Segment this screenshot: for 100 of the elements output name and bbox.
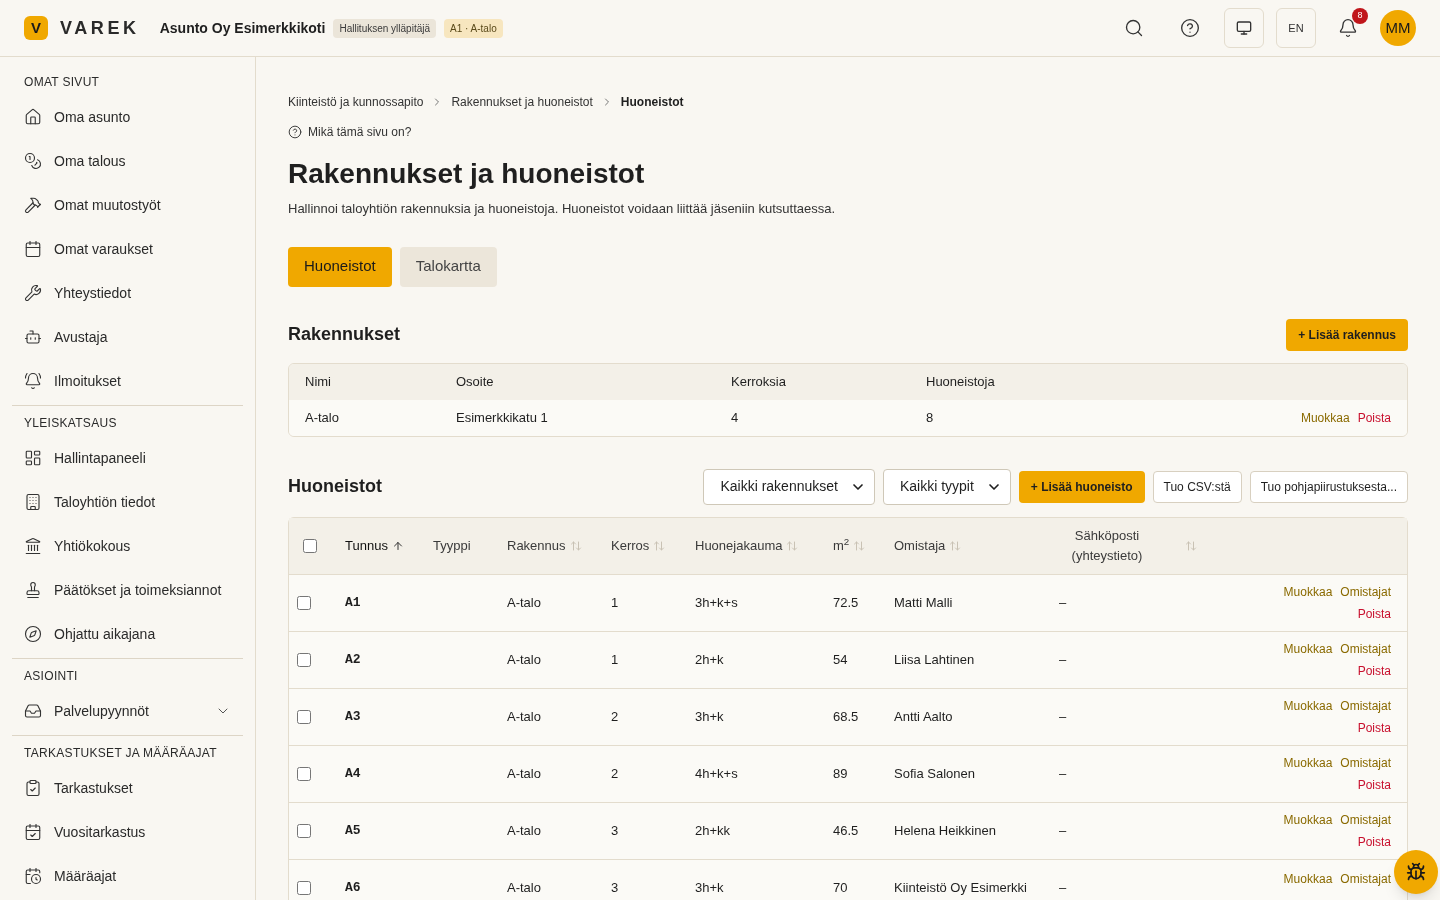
delete-link[interactable]: Poista (1357, 604, 1391, 623)
column-header[interactable]: Omistaja (894, 535, 962, 556)
sidebar-item[interactable]: Yhtiökokous (12, 524, 243, 568)
delete-link[interactable]: Poista (1357, 408, 1391, 427)
edit-link[interactable]: Muokkaa (1283, 582, 1333, 601)
table-cell: 3 (611, 879, 619, 895)
owners-link[interactable]: Omistajat (1340, 869, 1391, 888)
column-header[interactable]: Kerros (611, 535, 666, 556)
column-header[interactable]: Huonejakauma (695, 535, 799, 556)
owners-link[interactable]: Omistajat (1340, 810, 1391, 829)
table-cell: 72.5 (833, 594, 859, 610)
table-cell: 89 (833, 765, 848, 781)
sort-ascending-icon (391, 539, 404, 552)
calendar-icon (24, 240, 42, 258)
table-cell-text: 4 (731, 408, 740, 427)
sidebar-item[interactable]: Yhteystiedot (12, 271, 243, 315)
organization-name: Asunto Oy Esimerkkikoti (159, 18, 326, 38)
table-cell: Liisa Lahtinen (894, 651, 975, 667)
table-cell: A-talo (507, 879, 541, 895)
bank-icon (24, 537, 42, 555)
owners-link[interactable]: Omistajat (1340, 639, 1391, 658)
owners-link[interactable]: Omistajat (1340, 696, 1391, 715)
table-cell: 1 (611, 594, 619, 610)
edit-link[interactable]: Muokkaa (1283, 753, 1333, 772)
edit-link[interactable]: Muokkaa (1283, 696, 1333, 715)
edit-link[interactable]: Muokkaa (1300, 408, 1350, 427)
compass-icon (24, 625, 42, 643)
table-cell: A-talo (507, 594, 541, 610)
sidebar-item[interactable]: Määräajat (12, 854, 243, 898)
row-checkbox[interactable] (297, 709, 311, 724)
edit-link[interactable]: Muokkaa (1283, 810, 1333, 829)
breadcrumb-link[interactable]: Rakennukset ja huoneistot (451, 93, 593, 111)
help-link[interactable]: Mikä tämä sivu on? (288, 123, 412, 141)
bug-report-button[interactable] (1394, 850, 1438, 894)
add-building-button[interactable]: + Lisää rakennus (1286, 318, 1408, 351)
column-header[interactable]: Tunnus (345, 535, 404, 556)
sidebar-item[interactable]: Hallintapaneeli (12, 436, 243, 480)
table-cell: 2h+kk (695, 822, 731, 838)
column-header[interactable]: Rakennus (507, 535, 582, 556)
table-cell: 4h+k+s (695, 765, 738, 781)
filter-dropdown[interactable]: Kaikki tyypit (882, 468, 1011, 505)
display-button[interactable] (1224, 8, 1264, 48)
table-cell: – (1059, 879, 1067, 895)
tab[interactable]: Talokartta (399, 246, 497, 287)
sidebar-item[interactable]: Oma talous (12, 139, 243, 183)
edit-link[interactable]: Muokkaa (1283, 639, 1333, 658)
sidebar-item[interactable]: Ilmoitukset (12, 359, 243, 403)
help-icon[interactable] (1180, 18, 1200, 38)
row-checkbox[interactable] (297, 652, 311, 667)
table-cell: – (1059, 765, 1067, 781)
delete-link[interactable]: Poista (1357, 661, 1391, 680)
sidebar-item[interactable]: Omat varaukset (12, 227, 243, 271)
sidebar-item[interactable]: Palvelupyynnöt (12, 689, 243, 733)
search-icon[interactable] (1124, 18, 1144, 38)
tab[interactable]: Huoneistot (288, 246, 392, 287)
filter-dropdown[interactable]: Kaikki rakennukset (703, 468, 875, 505)
table-cell: A2 (345, 652, 361, 668)
import-button[interactable]: Tuo CSV:stä (1152, 470, 1242, 503)
select-all-checkbox[interactable] (303, 538, 317, 553)
column-header[interactable]: Sähköposti (yhteystieto) (1059, 526, 1197, 565)
table-cell: A1 (345, 595, 361, 611)
table-cell: – (1059, 708, 1067, 724)
page-title: Rakennukset ja huoneistot (288, 157, 646, 191)
owners-link[interactable]: Omistajat (1340, 582, 1391, 601)
table-cell: 1 (611, 651, 619, 667)
sidebar-item[interactable]: Päätökset ja toimeksiannot (12, 568, 243, 612)
sidebar-item[interactable]: Tarkastukset (12, 766, 243, 810)
bell-icon (24, 372, 42, 390)
sidebar-item[interactable]: Omat muutostyöt (12, 183, 243, 227)
row-checkbox[interactable] (297, 823, 311, 838)
row-checkbox[interactable] (297, 880, 311, 895)
sidebar-item[interactable]: Avustaja (12, 315, 243, 359)
user-avatar[interactable]: MM (1380, 10, 1416, 46)
page-description: Hallinnoi taloyhtiön rakennuksia ja huoneistoja. Huoneistot voidaan liittää jäseniin kutsuttaessa. (288, 200, 837, 218)
row-checkbox[interactable] (297, 766, 311, 781)
table-cell-text: Esimerkkikatu 1 (456, 408, 549, 427)
sidebar-item[interactable]: Oma asunto (12, 95, 243, 139)
delete-link[interactable]: Poista (1357, 832, 1391, 851)
notifications-button[interactable]: 8 (1328, 8, 1368, 48)
inbox-icon (24, 702, 42, 720)
add-apartment-button[interactable]: + Lisää huoneisto (1018, 470, 1145, 503)
table-cell: 68.5 (833, 708, 859, 724)
table-cell: 2h+k (695, 651, 724, 667)
sidebar-item[interactable]: Taloyhtiön tiedot (12, 480, 243, 524)
column-header[interactable]: m$^{2}$ (833, 535, 866, 556)
edit-link[interactable]: Muokkaa (1283, 869, 1333, 888)
table-cell: 3 (611, 822, 619, 838)
breadcrumb-link[interactable]: Kiinteistö ja kunnossapito (288, 93, 424, 111)
table-cell: 3h+k (695, 879, 724, 895)
language-button[interactable]: EN (1276, 8, 1316, 48)
column-header[interactable]: Tyyppi (433, 535, 471, 556)
owners-link[interactable]: Omistajat (1340, 753, 1391, 772)
sidebar-item[interactable]: Vuositarkastus (12, 810, 243, 854)
import-button[interactable]: Tuo pohjapiirustuksesta... (1249, 470, 1408, 503)
table-cell: Antti Aalto (894, 708, 953, 724)
delete-link[interactable]: Poista (1357, 775, 1391, 794)
row-checkbox[interactable] (297, 595, 311, 610)
sidebar-item[interactable]: Ohjattu aikajana (12, 612, 243, 656)
delete-link[interactable]: Poista (1357, 718, 1391, 737)
table-cell: Helena Heikkinen (894, 822, 996, 838)
